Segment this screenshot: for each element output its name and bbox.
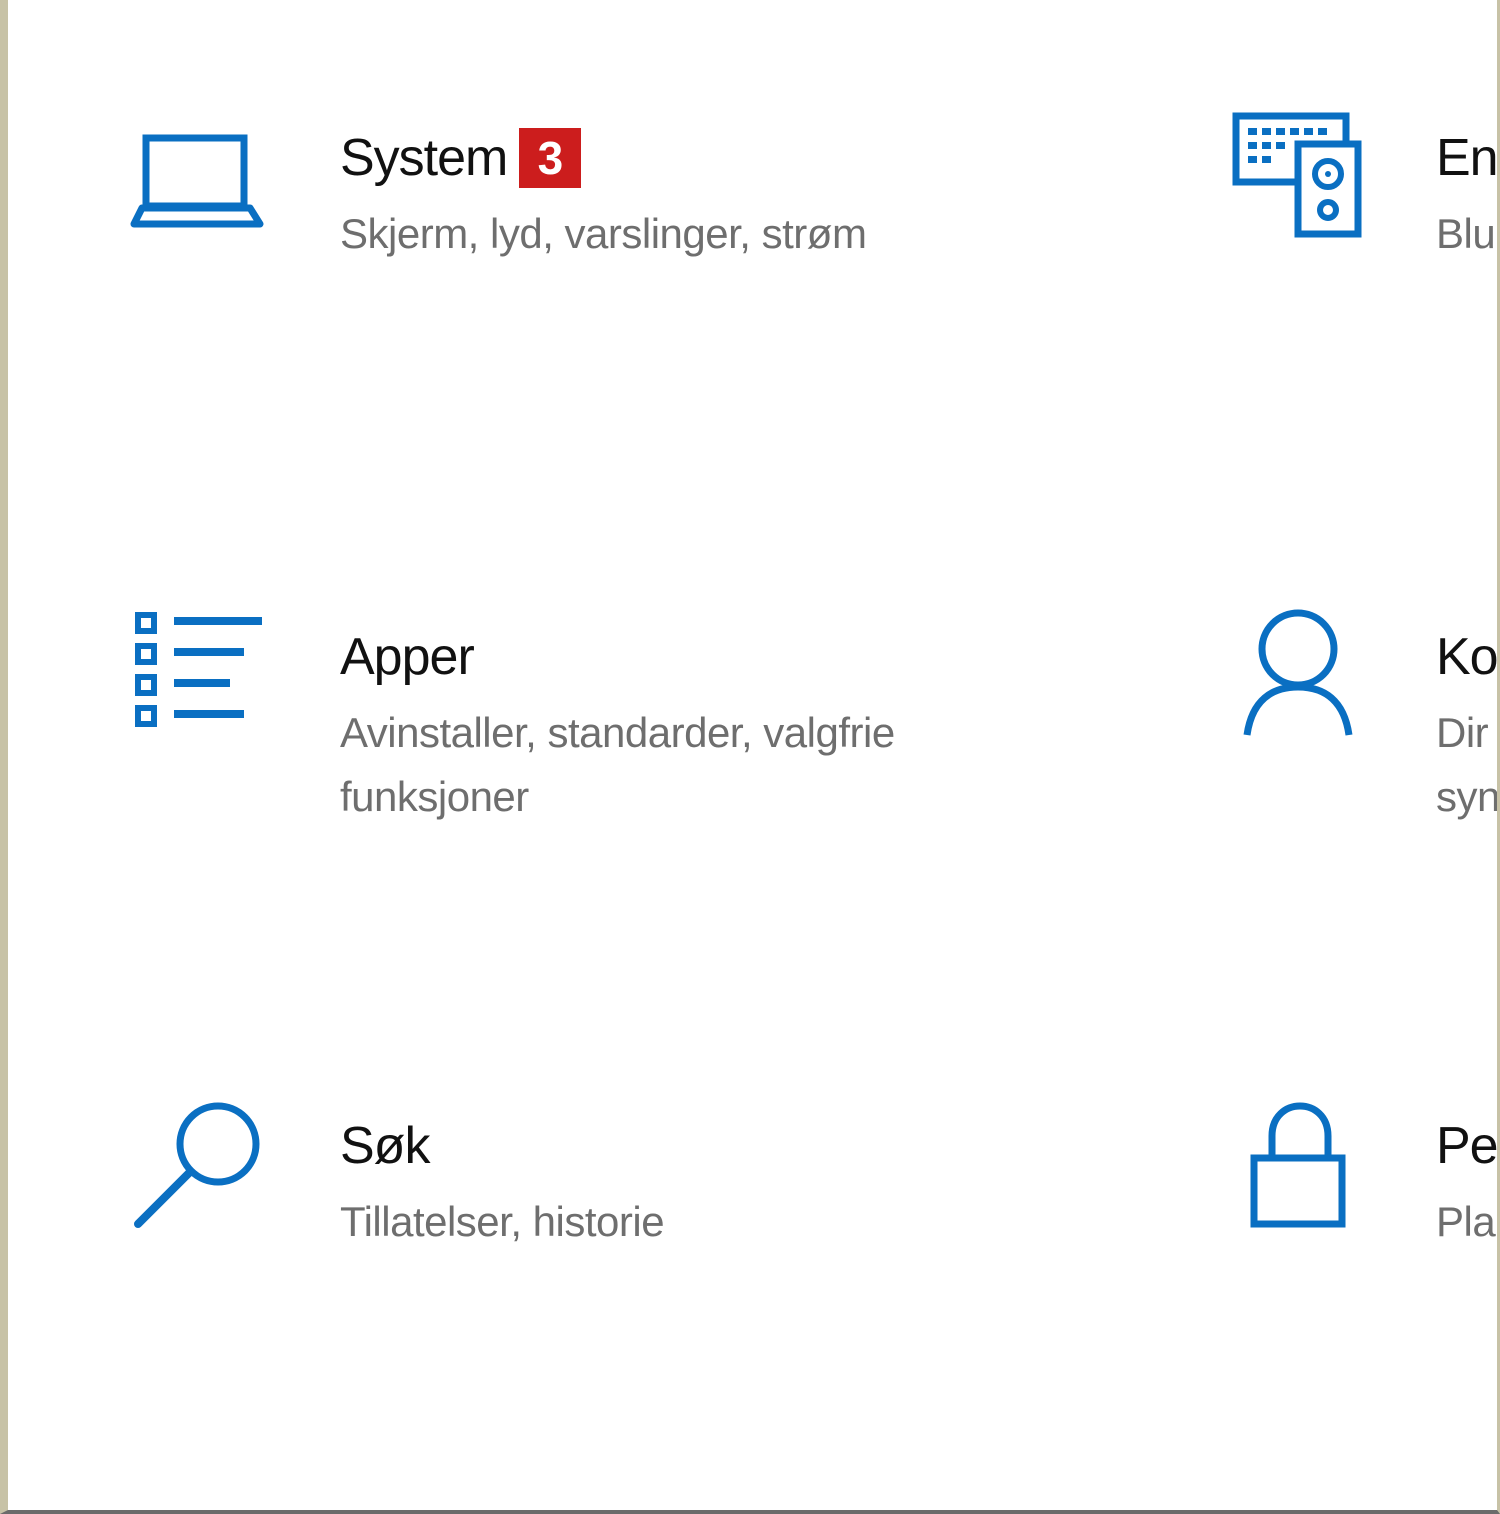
keyboard-speaker-icon	[1228, 110, 1368, 240]
tile-title: Per	[1436, 1117, 1498, 1175]
laptop-icon	[128, 130, 268, 230]
tile-description: Tillatelser, historie	[340, 1198, 665, 1245]
tile-title: System 3	[340, 128, 866, 188]
tile-description: Skjerm, lyd, varslinger, strøm	[340, 210, 867, 257]
tile-title: Apper	[340, 628, 475, 686]
tile-description-line1: Dir	[1436, 709, 1489, 756]
app-list-icon	[128, 605, 268, 730]
tile-description: Pla	[1436, 1198, 1496, 1245]
settings-tile-search[interactable]: Søk Tillatelser, historie	[128, 1100, 1088, 1300]
notification-badge: 3	[519, 128, 582, 188]
tile-title: Søk	[340, 1117, 430, 1175]
tile-description: Avinstaller, standarder, valgfrie funksj…	[340, 709, 895, 820]
settings-tile-apps[interactable]: Apper Avinstaller, standarder, valgfrie …	[128, 605, 1088, 845]
settings-window: System 3 Skjerm, lyd, varslinger, strøm	[0, 0, 1500, 1514]
tile-title: Enh	[1436, 129, 1498, 187]
person-icon	[1242, 605, 1362, 740]
settings-tile-accounts[interactable]: Ko Dir syn	[1228, 605, 1500, 845]
lock-icon	[1248, 1100, 1358, 1230]
tile-description-line2: syn	[1436, 773, 1500, 820]
tile-title: Ko	[1436, 628, 1498, 686]
settings-tile-system[interactable]: System 3 Skjerm, lyd, varslinger, strøm	[128, 110, 1088, 310]
settings-tile-privacy[interactable]: Per Pla	[1228, 1100, 1498, 1300]
tile-description: Blu	[1436, 210, 1496, 257]
search-icon	[128, 1100, 268, 1230]
settings-tile-devices[interactable]: Enh Blu	[1228, 110, 1498, 310]
tile-title-text: System	[340, 129, 508, 187]
